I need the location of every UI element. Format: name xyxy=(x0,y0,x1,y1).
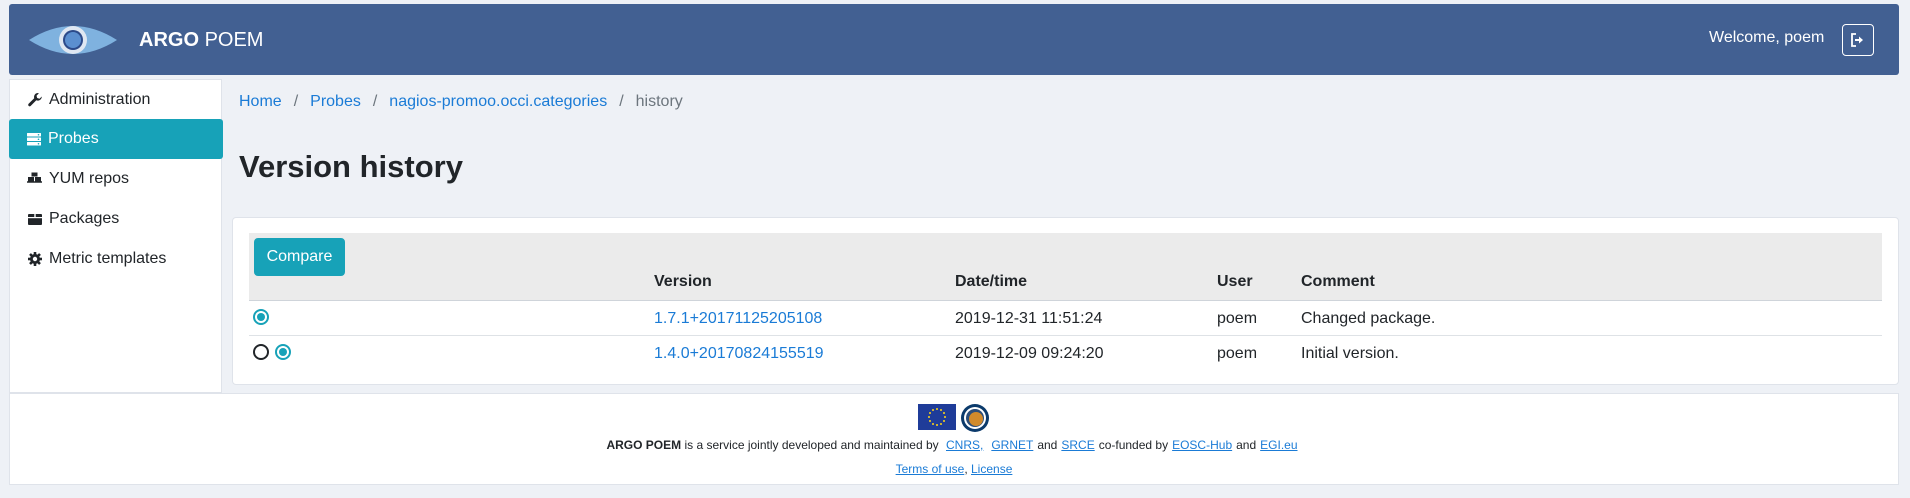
sidebar-item-label: Administration xyxy=(49,91,151,108)
link-srce[interactable]: SRCE xyxy=(1061,438,1094,452)
version-link[interactable]: 1.4.0+20170824155519 xyxy=(654,345,824,363)
user-cell: poem xyxy=(1217,310,1258,327)
welcome-text: Welcome, poem xyxy=(1709,29,1825,46)
sidebar-item-label: Metric templates xyxy=(49,250,167,267)
column-header-version: Version xyxy=(654,273,712,290)
link-egi[interactable]: EGI.eu xyxy=(1260,438,1297,452)
brand-bold: ARGO xyxy=(139,29,199,51)
column-header-comment: Comment xyxy=(1301,273,1375,290)
argo-eye-logo-icon[interactable] xyxy=(27,18,119,62)
sidebar-item-packages[interactable]: Packages xyxy=(10,199,223,239)
user-cell: poem xyxy=(1217,345,1258,362)
sidebar: Administration Probes YUM repos Packages… xyxy=(9,79,223,393)
link-grnet[interactable]: GRNET xyxy=(991,438,1033,452)
footer-links: Terms of use, License xyxy=(10,462,1898,476)
breadcrumb-probes[interactable]: Probes xyxy=(310,93,361,110)
breadcrumb-separator: / xyxy=(372,93,378,110)
footer-cofunded: co-funded by xyxy=(1098,438,1169,452)
sidebar-item-yum-repos[interactable]: YUM repos xyxy=(10,159,223,199)
compare-radio-new[interactable] xyxy=(275,344,291,360)
brand-rest: POEM xyxy=(204,29,264,51)
link-eosc-hub[interactable]: EOSC-Hub xyxy=(1172,438,1232,452)
license-link[interactable]: License xyxy=(971,462,1012,476)
sidebar-item-label: Packages xyxy=(49,210,120,227)
terms-of-use-link[interactable]: Terms of use xyxy=(896,462,965,476)
compare-button[interactable]: Compare xyxy=(254,238,345,276)
table-row: 1.4.0+20170824155519 2019-12-09 09:24:20… xyxy=(249,337,1882,371)
wrench-icon xyxy=(28,93,42,107)
boxes-icon xyxy=(27,172,42,183)
datetime-cell: 2019-12-31 11:51:24 xyxy=(955,310,1103,327)
box-icon xyxy=(28,214,42,225)
breadcrumb: Home / Probes / nagios-promoo.occi.categorie… xyxy=(239,93,683,111)
footer: ARGO POEM is a service jointly developed… xyxy=(9,393,1899,485)
footer-comma: , xyxy=(964,462,968,476)
server-icon xyxy=(27,133,41,146)
eu-flag-icon xyxy=(918,404,956,430)
page-title: Version history xyxy=(239,149,463,184)
breadcrumb-probe-name[interactable]: nagios-promoo.occi.categories xyxy=(389,93,607,110)
footer-brand: ARGO POEM xyxy=(606,438,682,452)
sidebar-item-label: Probes xyxy=(48,130,99,147)
footer-text: is a service jointly developed and maint… xyxy=(684,438,939,452)
breadcrumb-separator: / xyxy=(293,93,299,110)
gear-icon xyxy=(28,252,42,266)
table-row: 1.7.1+20171125205108 2019-12-31 11:51:24… xyxy=(249,302,1882,336)
version-link[interactable]: 1.7.1+20171125205108 xyxy=(654,310,822,328)
breadcrumb-separator: / xyxy=(619,93,624,110)
logout-button[interactable] xyxy=(1842,24,1874,56)
top-navbar: ARGO POEM Welcome, poem xyxy=(9,4,1899,75)
footer-and: and xyxy=(1037,438,1058,452)
sidebar-item-metric-templates[interactable]: Metric templates xyxy=(10,239,223,279)
sign-out-icon xyxy=(1851,33,1863,47)
compare-radio-old[interactable] xyxy=(253,344,269,360)
footer-and: and xyxy=(1236,438,1257,452)
comment-cell: Initial version. xyxy=(1301,345,1399,362)
app-brand[interactable]: ARGO POEM xyxy=(139,29,263,52)
column-header-user: User xyxy=(1217,273,1253,290)
breadcrumb-home[interactable]: Home xyxy=(239,93,282,110)
link-cnrs[interactable]: CNRS, xyxy=(946,438,983,452)
version-history-card: Compare Version Date/time User Comment 1… xyxy=(232,217,1899,385)
column-header-datetime: Date/time xyxy=(955,273,1028,290)
sidebar-item-probes[interactable]: Probes xyxy=(9,119,223,159)
compare-radio-new[interactable] xyxy=(253,309,269,325)
sidebar-item-administration[interactable]: Administration xyxy=(10,80,223,120)
footer-credits: ARGO POEM is a service jointly developed… xyxy=(10,438,1898,452)
datetime-cell: 2019-12-09 09:24:20 xyxy=(955,345,1104,362)
egi-logo-icon xyxy=(961,404,989,432)
sidebar-item-label: YUM repos xyxy=(49,170,130,187)
breadcrumb-current: history xyxy=(635,93,683,110)
table-header: Compare Version Date/time User Comment xyxy=(249,233,1882,301)
comment-cell: Changed package. xyxy=(1301,310,1436,327)
